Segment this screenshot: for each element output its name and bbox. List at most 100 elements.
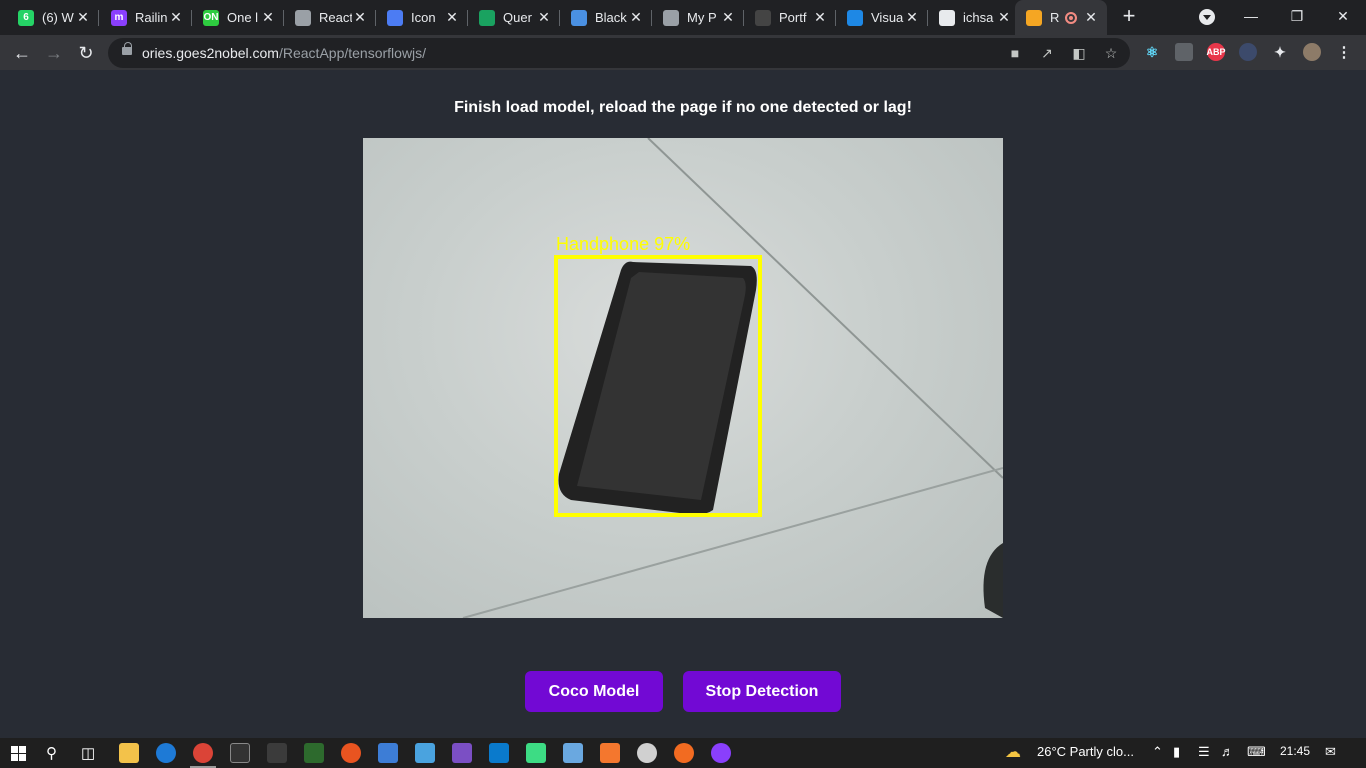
browser-tab[interactable]: ichsa ✕ (928, 0, 1020, 35)
search-icon[interactable]: ⚲ (46, 744, 57, 762)
hexagon-icon (1026, 9, 1042, 26)
close-tab-icon[interactable]: ✕ (1083, 9, 1099, 26)
browser-tab[interactable]: m Railin ✕ (100, 0, 192, 35)
browser-tab[interactable]: Icon ✕ (376, 0, 468, 35)
ubuntu-icon[interactable] (341, 743, 361, 763)
portfolio-icon (755, 9, 771, 26)
chrome-icon[interactable] (193, 743, 213, 763)
tab-title: My P (687, 10, 717, 25)
wifi-icon[interactable]: ☰ (1198, 744, 1210, 760)
browser-tab[interactable]: Quer ✕ (468, 0, 560, 35)
edge-icon[interactable] (156, 743, 176, 763)
one-icon: ON (203, 9, 219, 26)
cube-app-icon[interactable] (415, 743, 435, 763)
close-tab-icon[interactable]: ✕ (444, 9, 460, 26)
close-tab-icon[interactable]: ✕ (628, 9, 644, 26)
battery-icon[interactable]: ▮ (1173, 744, 1180, 760)
tab-title: Railin (135, 10, 168, 25)
avatar[interactable] (1303, 43, 1321, 61)
open-in-app-icon[interactable]: ↗ (1038, 44, 1056, 62)
globe-icon (663, 9, 679, 26)
keyboard-icon[interactable]: ⌨ (1247, 744, 1266, 760)
close-tab-icon[interactable]: ✕ (812, 9, 828, 26)
close-tab-icon[interactable]: ✕ (168, 9, 184, 26)
extension-icon[interactable] (1239, 43, 1257, 61)
visual-studio-icon[interactable] (452, 743, 472, 763)
browser-tab[interactable]: ON One l ✕ (192, 0, 284, 35)
restore-button[interactable]: ❐ (1274, 0, 1320, 32)
url-text[interactable]: ories.goes2nobel.com/ReactApp/tensorflow… (142, 45, 426, 61)
clock[interactable]: 21:45 (1280, 744, 1310, 758)
tab-title: R (1050, 10, 1060, 25)
browser-tab[interactable]: R ✕ (1015, 0, 1107, 35)
browser-tab[interactable]: Visua ✕ (836, 0, 928, 35)
more-menu-icon[interactable]: ⋮ (1335, 43, 1353, 61)
bookmark-star-icon[interactable]: ☆ (1102, 44, 1120, 62)
weather-text[interactable]: 26°C Partly clo... (1037, 744, 1134, 759)
back-icon[interactable]: ← (9, 40, 35, 66)
weather-icon[interactable]: ☁ (1005, 742, 1021, 762)
close-tab-icon[interactable]: ✕ (260, 9, 276, 26)
browser-tab[interactable]: 6 (6) W ✕ (7, 0, 99, 35)
github-desktop-icon[interactable] (711, 743, 731, 763)
tab-title: Portf (779, 10, 807, 25)
camera-in-use-icon[interactable]: ■ (1006, 44, 1024, 62)
tool-icon[interactable] (267, 743, 287, 763)
adblock-icon[interactable]: ABP (1207, 43, 1226, 61)
detection-label: Handphone 97% (556, 234, 691, 254)
tab-title: ichsa (963, 10, 994, 25)
puzzle-icon[interactable]: ✦ (1271, 43, 1289, 61)
file-explorer-icon[interactable] (119, 743, 139, 763)
task-view-icon[interactable]: ◫ (81, 744, 95, 762)
volume-icon[interactable]: ♬ (1221, 744, 1234, 759)
close-tab-icon[interactable]: ✕ (352, 9, 368, 26)
filter-icon (847, 9, 863, 26)
reload-icon[interactable]: ↻ (73, 40, 99, 66)
shield-icon[interactable] (1175, 43, 1193, 61)
react-devtools-icon[interactable]: ⚛ (1143, 43, 1161, 61)
close-tab-icon[interactable]: ✕ (720, 9, 736, 26)
tab-title: Black (595, 10, 627, 25)
forward-icon[interactable]: → (41, 40, 67, 66)
pycharm-icon[interactable] (304, 743, 324, 763)
url-domain: ories.goes2nobel.com (142, 45, 279, 61)
app-icon[interactable] (378, 743, 398, 763)
virtualbox-icon[interactable] (563, 743, 583, 763)
notifications-icon[interactable]: ✉ (1325, 744, 1336, 760)
browser-tab[interactable]: My P ✕ (652, 0, 744, 35)
xampp-icon[interactable] (600, 743, 620, 763)
tab-search-icon[interactable] (1199, 9, 1215, 25)
terminal-icon[interactable] (230, 743, 250, 763)
browser-tab[interactable]: Black ✕ (560, 0, 652, 35)
vscode-icon[interactable] (489, 743, 509, 763)
tab-title: (6) W (42, 10, 74, 25)
translate-icon[interactable]: ◧ (1070, 44, 1088, 62)
github-icon (939, 9, 955, 26)
minimize-button[interactable]: — (1228, 0, 1274, 32)
tab-title: Icon (411, 10, 436, 25)
browser-tab[interactable]: Portf ✕ (744, 0, 836, 35)
chevron-up-icon[interactable]: ⌃ (1152, 744, 1163, 760)
globe-icon (295, 9, 311, 26)
new-tab-button[interactable]: + (1118, 5, 1140, 28)
stop-detection-button[interactable]: Stop Detection (683, 671, 841, 712)
detection-bounding-box (554, 255, 762, 517)
postman-icon[interactable] (674, 743, 694, 763)
lock-icon[interactable] (122, 42, 132, 55)
close-tab-icon[interactable]: ✕ (536, 9, 552, 26)
close-tab-icon[interactable]: ✕ (904, 9, 920, 26)
android-studio-icon[interactable] (526, 743, 546, 763)
tab-title: Visua (871, 10, 904, 25)
browser-tab[interactable]: React ✕ (284, 0, 376, 35)
address-bar[interactable]: ories.goes2nobel.com/ReactApp/tensorflow… (108, 38, 1130, 68)
tab-title: React (319, 10, 352, 25)
tab-title: One l (227, 10, 259, 25)
close-tab-icon[interactable]: ✕ (996, 9, 1012, 26)
close-tab-icon[interactable]: ✕ (75, 9, 91, 26)
railway-icon: m (111, 9, 127, 26)
windows-start-icon[interactable] (11, 746, 26, 761)
windows-taskbar: ⚲ ◫ ☁ 26°C Partly clo... ⌃ ▮ ☰ ♬ ⌨ 21:45… (0, 738, 1366, 768)
coco-model-button[interactable]: Coco Model (525, 671, 663, 712)
close-window-button[interactable]: ✕ (1320, 0, 1366, 32)
paint-icon[interactable] (637, 743, 657, 763)
